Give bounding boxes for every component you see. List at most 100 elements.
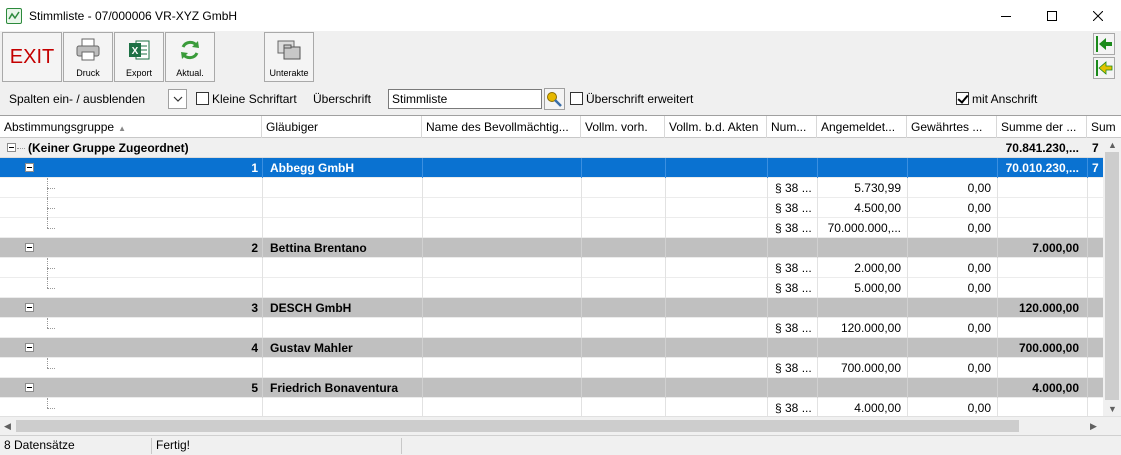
window-title: Stimmliste - 07/000006 VR-XYZ GmbH <box>29 8 238 23</box>
collapse-icon[interactable] <box>25 383 34 392</box>
heading-extended-checkbox[interactable] <box>570 92 583 105</box>
svg-text:X: X <box>132 46 139 57</box>
print-button[interactable]: Druck <box>63 32 113 82</box>
vertical-scrollbar[interactable]: ▲ ▼ <box>1103 138 1121 416</box>
folder-icon <box>277 40 301 60</box>
heading-input[interactable] <box>388 89 542 109</box>
column-header-number[interactable]: Num... <box>767 116 817 138</box>
heading-picker-button[interactable] <box>544 88 565 110</box>
group-row-unassigned[interactable]: (Keiner Gruppe Zugeordnet) 70.841.230,..… <box>0 138 1103 158</box>
claim-registered: 700.000,00 <box>840 361 901 375</box>
collapse-icon[interactable] <box>25 163 34 172</box>
minimize-button[interactable] <box>983 0 1029 31</box>
with-address-checkbox[interactable] <box>956 92 969 105</box>
column-header-proxy-files[interactable]: Vollm. b.d. Akten <box>665 116 767 138</box>
key-icon <box>547 92 562 107</box>
excel-icon: X <box>129 40 150 60</box>
status-bar: 8 Datensätze Fertig! <box>0 435 1121 455</box>
collapse-icon[interactable] <box>25 243 34 252</box>
scroll-up-icon[interactable]: ▲ <box>1108 140 1117 150</box>
column-header-sum-2[interactable]: Sum <box>1087 116 1121 138</box>
maximize-button[interactable] <box>1029 0 1075 31</box>
group-number: 2 <box>251 241 258 255</box>
export-button[interactable]: X Export <box>114 32 164 82</box>
claim-row[interactable]: § 38 ... 2.000,00 0,00 <box>0 258 1103 278</box>
claim-registered: 5.000,00 <box>854 281 901 295</box>
group-row[interactable]: 5 Friedrich Bonaventura 4.000,00 <box>0 378 1103 398</box>
claim-number: § 38 ... <box>775 261 812 275</box>
group-number: 4 <box>251 341 258 355</box>
collapse-icon[interactable] <box>25 343 34 352</box>
refresh-icon <box>181 40 199 60</box>
scroll-left-icon[interactable]: ◀ <box>4 421 11 432</box>
column-header-sum[interactable]: Summe der ... <box>997 116 1087 138</box>
subfile-label: Unterakte <box>269 68 309 78</box>
column-header-registered[interactable]: Angemeldet... <box>817 116 907 138</box>
column-header-group[interactable]: Abstimmungsgruppe ▲ <box>0 116 262 138</box>
vote-list-grid: Abstimmungsgruppe ▲ Gläubiger Name des Be… <box>0 115 1121 416</box>
group-row[interactable]: 2 Bettina Brentano 7.000,00 <box>0 238 1103 258</box>
group-number: 3 <box>251 301 258 315</box>
with-address-label: mit Anschrift <box>972 92 1038 106</box>
horizontal-scrollbar[interactable]: ◀ ▶ <box>0 416 1121 434</box>
claim-registered: 70.000.000,... <box>827 221 901 235</box>
claim-granted: 0,00 <box>967 181 991 195</box>
vertical-scroll-thumb[interactable] <box>1105 152 1119 400</box>
close-icon <box>1093 10 1103 21</box>
toolbar: EXIT Druck X Export Aktual. Unterakte <box>0 31 1121 83</box>
claim-number: § 38 ... <box>775 401 812 415</box>
group-sum: 120.000,00 <box>1018 301 1079 315</box>
claim-row[interactable]: § 38 ... 4.000,00 0,00 <box>0 398 1103 416</box>
group-number: 5 <box>251 381 258 395</box>
subfile-button[interactable]: Unterakte <box>264 32 314 82</box>
column-header-proxy-present[interactable]: Vollm. vorh. <box>581 116 665 138</box>
claim-granted: 0,00 <box>967 201 991 215</box>
claim-number: § 38 ... <box>775 281 812 295</box>
horizontal-scroll-thumb[interactable] <box>16 420 1019 432</box>
claim-granted: 0,00 <box>967 361 991 375</box>
close-button[interactable] <box>1075 0 1121 31</box>
claim-row[interactable]: § 38 ... 5.000,00 0,00 <box>0 278 1103 298</box>
exit-button[interactable]: EXIT <box>2 32 62 82</box>
minimize-icon <box>1001 15 1011 17</box>
claim-row[interactable]: § 38 ... 70.000.000,... 0,00 <box>0 218 1103 238</box>
group-sum: 70.010.230,... <box>1005 161 1079 175</box>
claim-row[interactable]: § 38 ... 120.000,00 0,00 <box>0 318 1103 338</box>
heading-label: Überschrift <box>313 92 372 106</box>
scroll-down-icon[interactable]: ▼ <box>1108 404 1117 414</box>
exit-label: EXIT <box>9 45 55 68</box>
claim-registered: 120.000,00 <box>840 321 901 335</box>
export-label: Export <box>125 68 152 78</box>
columns-dropdown-button[interactable] <box>168 89 187 109</box>
claim-row[interactable]: § 38 ... 5.730,99 0,00 <box>0 178 1103 198</box>
arrow-left-icon <box>1096 36 1112 52</box>
scroll-right-icon[interactable]: ▶ <box>1090 421 1097 432</box>
title-bar: Stimmliste - 07/000006 VR-XYZ GmbH <box>0 0 1121 31</box>
claim-number: § 38 ... <box>775 361 812 375</box>
columns-toggle-label: Spalten ein- / ausblenden <box>9 92 146 106</box>
claim-number: § 38 ... <box>775 321 812 335</box>
small-font-checkbox[interactable] <box>196 92 209 105</box>
claim-registered: 4.500,00 <box>854 201 901 215</box>
arrow-left-yellow-icon <box>1096 60 1113 76</box>
claim-row[interactable]: § 38 ... 4.500,00 0,00 <box>0 198 1103 218</box>
refresh-button[interactable]: Aktual. <box>165 32 215 82</box>
status-text: Fertig! <box>152 438 402 454</box>
claim-row[interactable]: § 38 ... 700.000,00 0,00 <box>0 358 1103 378</box>
group-row[interactable]: 3 DESCH GmbH 120.000,00 <box>0 298 1103 318</box>
claim-registered: 2.000,00 <box>854 261 901 275</box>
claim-granted: 0,00 <box>967 281 991 295</box>
nav-first-button[interactable] <box>1093 57 1115 79</box>
printer-icon <box>76 38 100 61</box>
nav-back-button[interactable] <box>1093 33 1115 55</box>
collapse-icon[interactable] <box>7 143 16 152</box>
column-header-granted[interactable]: Gewährtes ... <box>907 116 997 138</box>
print-label: Druck <box>76 68 100 78</box>
group-row[interactable]: 4 Gustav Mahler 700.000,00 <box>0 338 1103 358</box>
column-header-proxy-name[interactable]: Name des Bevollmächtig... <box>422 116 581 138</box>
maximize-icon <box>1047 10 1057 21</box>
claim-registered: 4.000,00 <box>854 401 901 415</box>
group-row[interactable]: 1 Abbegg GmbH 70.010.230,... 7 <box>0 158 1103 178</box>
collapse-icon[interactable] <box>25 303 34 312</box>
column-header-creditor[interactable]: Gläubiger <box>262 116 422 138</box>
